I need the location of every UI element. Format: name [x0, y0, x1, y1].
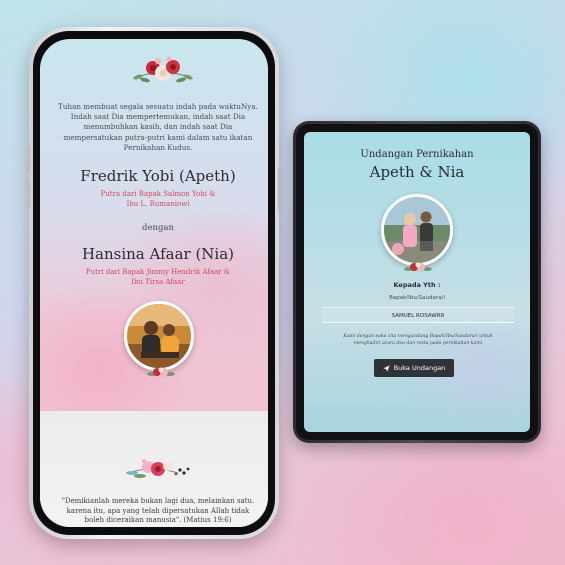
groom-name: Fredrik Yobi (Apeth) [80, 167, 236, 185]
guest-name: SAMUEL ROSAWRR [322, 307, 514, 323]
phone-bezel: Tuhan membuat segala sesuatu indah pada … [33, 31, 275, 535]
couple-photo [381, 194, 453, 266]
flower-decoration-icon [404, 262, 432, 271]
couple-title: Apeth & Nia [369, 163, 465, 181]
phone-screen: Tuhan membuat segala sesuatu indah pada … [40, 39, 268, 527]
open-invitation-label: Buka Undangan [393, 364, 446, 372]
invitation-note: Kami dengan suka cita mengundang Bapak/I… [343, 334, 493, 346]
groom-parents-line: Ibu L. Rumaniowi [126, 200, 190, 208]
groom-parents-line: Putra dari Bapak Salmon Yobi & [100, 190, 216, 198]
recipient-salutation: Bapak/Ibu/Saudara/i [389, 295, 445, 301]
couple-photo-image [384, 197, 450, 263]
groom-parents: Putra dari Bapak Salmon Yobi & Ibu L. Ru… [40, 189, 268, 209]
couple-photo-image [127, 304, 191, 368]
phone-volume-button [27, 145, 30, 173]
phone-volume-button [27, 181, 30, 209]
invitation-subtitle: Undangan Pernikahan [360, 149, 474, 160]
phone-power-button [278, 167, 281, 211]
tablet-screen: Undangan Pernikahan Apeth & Nia Kepada Y… [304, 132, 530, 432]
intro-text: Tuhan membuat segala sesuatu indah pada … [58, 102, 258, 152]
flower-decoration-icon [147, 367, 175, 376]
bride-parents-line: Putri dari Bapak Jimmy Hendrik Afaar & [85, 268, 231, 276]
flower-decoration-icon [133, 56, 193, 83]
connector-text: dengan [142, 223, 174, 233]
send-icon [383, 364, 390, 372]
invitation-intro-section: Tuhan membuat segala sesuatu indah pada … [40, 39, 268, 411]
quote-section: "Demikianlah mereka bukan lagi dua, mela… [40, 411, 268, 527]
open-invitation-button[interactable]: Buka Undangan [374, 359, 454, 377]
bride-parents: Putri dari Bapak Jimmy Hendrik Afaar & I… [40, 267, 268, 287]
recipient-label: Kepada Yth : [393, 281, 441, 289]
flower-decoration-icon [126, 459, 190, 478]
bible-quote: "Demikianlah mereka bukan lagi dua, mela… [61, 497, 255, 524]
phone-mockup: Tuhan membuat segala sesuatu indah pada … [27, 27, 281, 539]
tablet-mockup: Undangan Pernikahan Apeth & Nia Kepada Y… [293, 121, 541, 443]
bride-parents-line: Ibu Tirsa Afaar [131, 278, 185, 286]
tablet-bezel: Undangan Pernikahan Apeth & Nia Kepada Y… [296, 124, 538, 440]
couple-photo [124, 301, 194, 371]
bride-name: Hansina Afaar (Nia) [81, 245, 235, 263]
